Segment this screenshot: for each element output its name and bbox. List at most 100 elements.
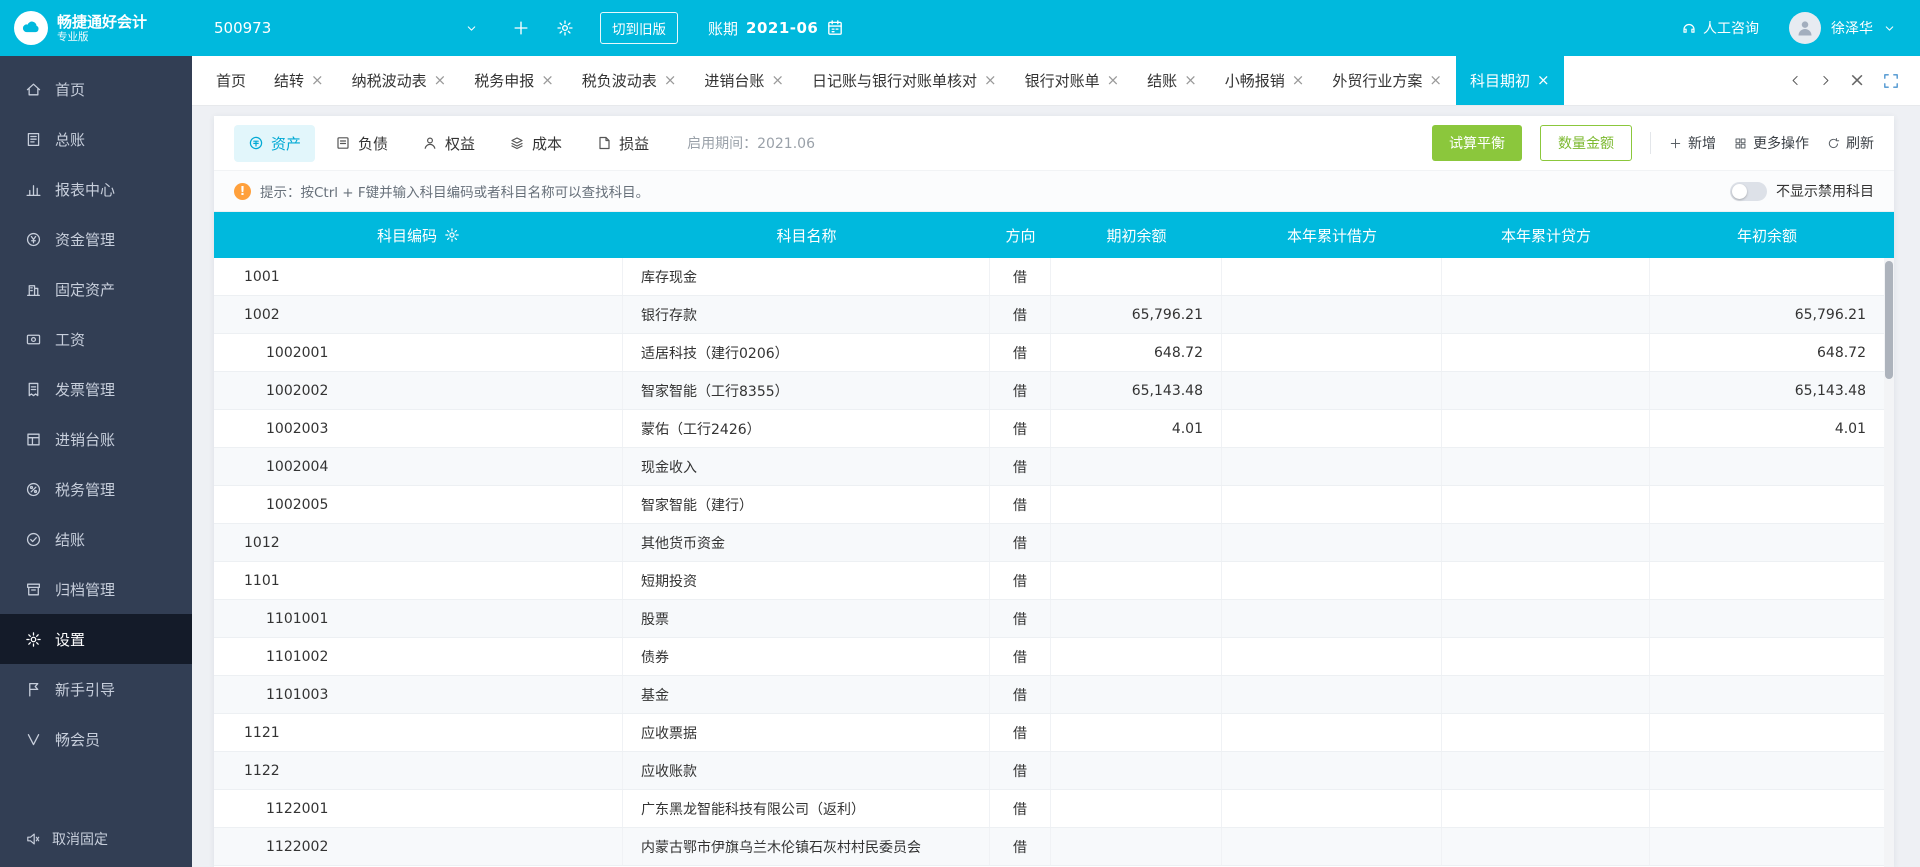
table-row[interactable]: 1002 银行存款借 65,796.21 65,796.21 (214, 296, 1894, 334)
qty-amount-button[interactable]: 数量金额 (1540, 125, 1632, 161)
tab-scroll-right-icon[interactable] (1819, 74, 1832, 87)
close-icon[interactable]: × (1107, 73, 1120, 88)
sidebar-item-10[interactable]: 归档管理 (0, 564, 192, 614)
tab-7[interactable]: 银行对账单 × (1011, 56, 1134, 105)
tab-0[interactable]: 首页 (202, 56, 260, 105)
close-icon[interactable]: × (664, 73, 677, 88)
switch-old-version-button[interactable]: 切到旧版 (600, 12, 678, 44)
column-header-initial[interactable]: 年初余额 (1650, 212, 1894, 258)
new-account-set-button[interactable] (512, 19, 530, 37)
tab-4[interactable]: 税负波动表 × (568, 56, 691, 105)
sidebar-item-12[interactable]: 新手引导 (0, 664, 192, 714)
tab-9[interactable]: 小畅报销 × (1211, 56, 1319, 105)
sidebar-item-6[interactable]: 发票管理 (0, 364, 192, 414)
column-header-debit[interactable]: 本年累计借方 (1222, 212, 1442, 258)
table-row[interactable]: 1101001 股票借 (214, 600, 1894, 638)
more-actions-button[interactable]: 更多操作 (1734, 133, 1809, 153)
table-row[interactable]: 1002002 智家智能（工行8355）借 65,143.48 65,143.48 (214, 372, 1894, 410)
table-row[interactable]: 1002003 蒙佑（工行2426）借 4.01 4.01 (214, 410, 1894, 448)
sidebar-item-1[interactable]: 总账 (0, 114, 192, 164)
add-button[interactable]: 新增 (1669, 133, 1716, 153)
scrollbar-thumb[interactable] (1885, 261, 1893, 379)
column-header-name[interactable]: 科目名称 (623, 212, 990, 258)
tab-10[interactable]: 外贸行业方案 × (1318, 56, 1456, 105)
sidebar-item-11[interactable]: 设置 (0, 614, 192, 664)
tab-1[interactable]: 结转 × (260, 56, 338, 105)
fullscreen-icon[interactable] (1882, 72, 1900, 90)
close-icon[interactable]: × (984, 73, 997, 88)
close-icon[interactable]: × (1184, 73, 1197, 88)
cell-dir: 借 (990, 790, 1051, 827)
person-icon (1795, 18, 1815, 38)
close-icon[interactable]: × (1292, 73, 1305, 88)
category-tab-2[interactable]: 权益 (408, 125, 489, 162)
table-row[interactable]: 1002004 现金收入借 (214, 448, 1894, 486)
tab-11[interactable]: 科目期初 × (1455, 56, 1564, 105)
tab-2[interactable]: 纳税波动表 × (338, 56, 461, 105)
close-icon[interactable]: × (434, 73, 447, 88)
sidebar-item-13[interactable]: 畅会员 (0, 714, 192, 764)
table-row[interactable]: 1002001 适居科技（建行0206）借 648.72 648.72 (214, 334, 1894, 372)
table-row[interactable]: 1101 短期投资借 (214, 562, 1894, 600)
category-tab-4[interactable]: 损益 (582, 125, 663, 162)
tab-6[interactable]: 日记账与银行对账单核对 × (798, 56, 1011, 105)
sidebar-item-2[interactable]: 报表中心 (0, 164, 192, 214)
cell-code: 1002002 (214, 372, 623, 409)
column-header-code[interactable]: 科目编码 (214, 212, 623, 258)
period-selector[interactable]: 账期 2021-06 (708, 18, 844, 39)
close-all-tabs-icon[interactable]: × (1849, 71, 1865, 90)
sidebar-item-5[interactable]: 工资 (0, 314, 192, 364)
top-settings-button[interactable] (556, 19, 574, 37)
closing-icon (25, 531, 42, 548)
cell-opening (1051, 676, 1222, 713)
category-tab-1[interactable]: 负债 (321, 125, 402, 162)
close-icon[interactable]: × (541, 73, 554, 88)
table-row[interactable]: 1122001 广东黑龙智能科技有限公司（返利）借 (214, 790, 1894, 828)
tab-label: 结转 (274, 72, 305, 90)
table-row[interactable]: 1101002 债券借 (214, 638, 1894, 676)
column-header-dir[interactable]: 方向 (990, 212, 1051, 258)
tab-3[interactable]: 税务申报 × (460, 56, 568, 105)
table-row[interactable]: 1001 库存现金借 (214, 258, 1894, 296)
cell-opening (1051, 752, 1222, 789)
sidebar-item-3[interactable]: 资金管理 (0, 214, 192, 264)
company-selector[interactable]: 500973 (206, 19, 486, 37)
category-tab-row: 资产 负债 权益 成本 损益 启用期间：2021.06 试算平衡 数量金额 新增 更多操… (214, 116, 1894, 170)
unpin-button[interactable]: 取消固定 (0, 811, 192, 867)
hide-disabled-toggle[interactable] (1730, 181, 1767, 201)
table-row[interactable]: 1012 其他货币资金借 (214, 524, 1894, 562)
cell-initial (1650, 714, 1894, 751)
sidebar-item-7[interactable]: 进销台账 (0, 414, 192, 464)
fund-icon (25, 231, 42, 248)
tab-scroll-left-icon[interactable] (1789, 74, 1802, 87)
close-icon[interactable]: × (1537, 73, 1550, 88)
close-icon[interactable]: × (1429, 73, 1442, 88)
column-header-credit[interactable]: 本年累计贷方 (1442, 212, 1650, 258)
sidebar-item-4[interactable]: 固定资产 (0, 264, 192, 314)
table-row[interactable]: 1122 应收账款借 (214, 752, 1894, 790)
cell-credit (1442, 448, 1650, 485)
table-row[interactable]: 1101003 基金借 (214, 676, 1894, 714)
user-name[interactable]: 徐泽华 (1831, 18, 1873, 38)
tab-8[interactable]: 结账 × (1133, 56, 1211, 105)
sidebar-item-0[interactable]: 首页 (0, 64, 192, 114)
refresh-button[interactable]: 刷新 (1827, 133, 1874, 153)
table-scrollbar[interactable] (1884, 258, 1894, 867)
column-header-opening[interactable]: 期初余额 (1051, 212, 1222, 258)
chevron-down-icon[interactable] (1883, 22, 1896, 35)
trial-balance-button[interactable]: 试算平衡 (1432, 125, 1522, 161)
support-link[interactable]: 人工咨询 (1681, 18, 1759, 38)
sidebar-item-8[interactable]: 税务管理 (0, 464, 192, 514)
table-row[interactable]: 1002005 智家智能（建行）借 (214, 486, 1894, 524)
category-tab-3[interactable]: 成本 (495, 125, 576, 162)
category-tab-0[interactable]: 资产 (234, 124, 316, 162)
warning-icon: ! (234, 182, 251, 200)
table-row[interactable]: 1121 应收票据借 (214, 714, 1894, 752)
sidebar-item-9[interactable]: 结账 (0, 514, 192, 564)
close-icon[interactable]: × (771, 73, 784, 88)
tab-5[interactable]: 进销台账 × (690, 56, 798, 105)
table-row[interactable]: 1122002 内蒙古鄂市伊旗乌兰木伦镇石灰村村民委员会借 (214, 828, 1894, 866)
close-icon[interactable]: × (311, 73, 324, 88)
avatar[interactable] (1789, 12, 1821, 44)
cell-opening (1051, 790, 1222, 827)
